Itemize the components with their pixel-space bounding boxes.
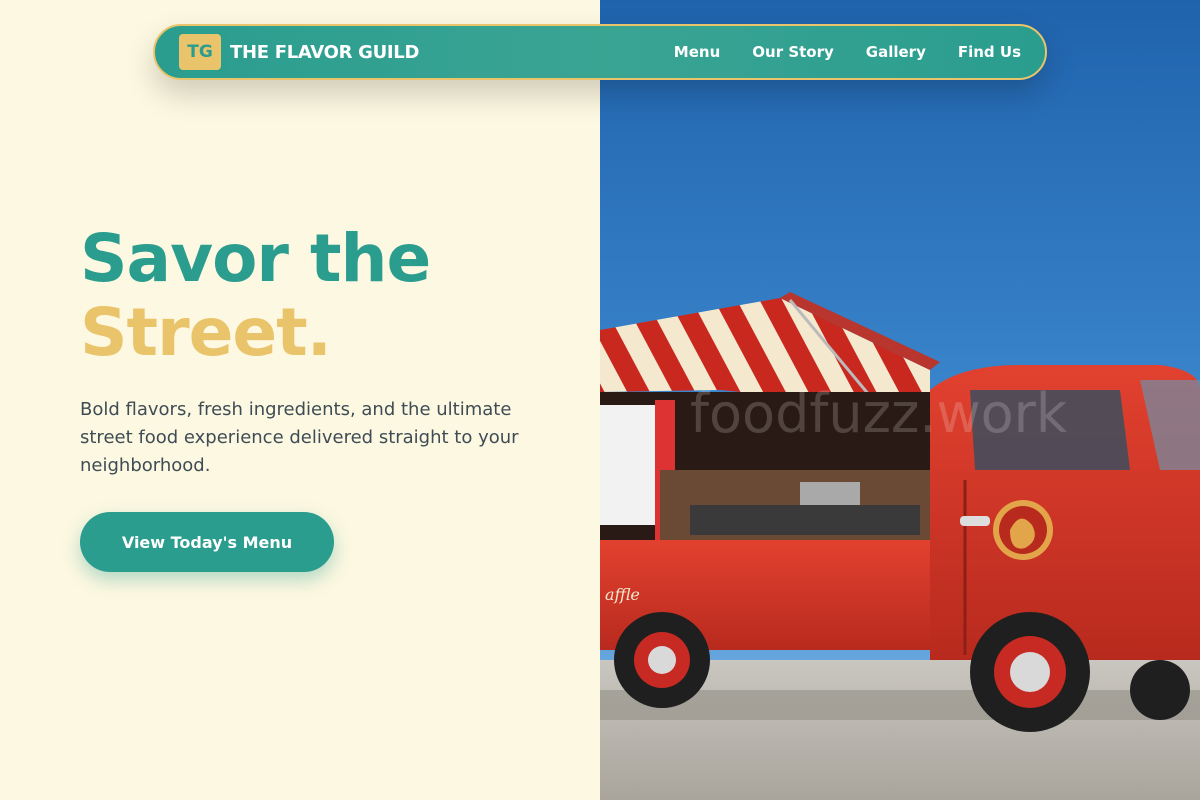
view-menu-button[interactable]: View Today's Menu <box>80 512 334 572</box>
hero-description: Bold flavors, fresh ingredients, and the… <box>80 399 519 476</box>
nav-link-our-story[interactable]: Our Story <box>752 43 834 61</box>
hero-title: Savor the Street. <box>80 220 431 371</box>
food-truck-image: affle foodfuzz.work <box>600 0 1200 800</box>
logo-badge: TG <box>179 34 221 70</box>
nav-link-gallery[interactable]: Gallery <box>866 43 926 61</box>
hero-title-line1: Savor the <box>80 220 431 297</box>
hero-title-line2: Street. <box>80 294 332 371</box>
brand-link[interactable]: TG THE FLAVOR GUILD <box>179 34 419 70</box>
nav-link-find-us[interactable]: Find Us <box>958 43 1021 61</box>
nav-link-menu[interactable]: Menu <box>674 43 720 61</box>
brand-name: THE FLAVOR GUILD <box>230 41 420 63</box>
image-watermark: foodfuzz.work <box>690 382 1068 445</box>
top-navbar: TG THE FLAVOR GUILD Menu Our Story Galle… <box>153 24 1047 80</box>
truck-logo-text: affle <box>605 585 640 604</box>
nav-links: Menu Our Story Gallery Find Us <box>674 43 1021 61</box>
